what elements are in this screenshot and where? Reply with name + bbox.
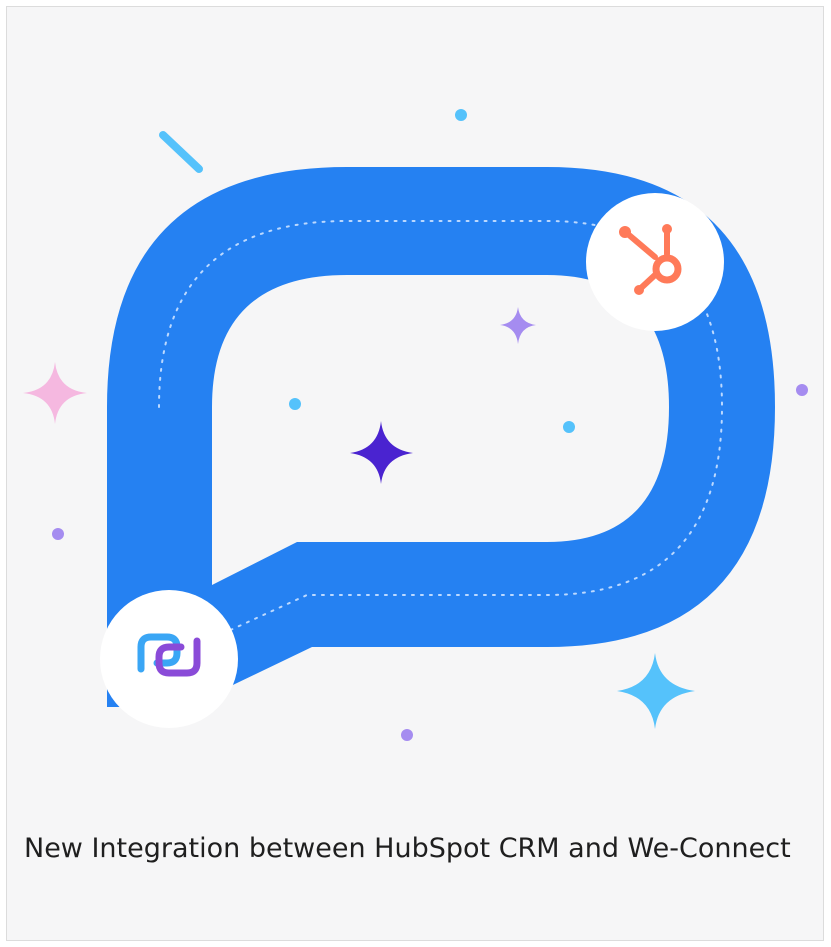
accent-dash <box>159 131 203 173</box>
we-connect-badge <box>100 590 238 728</box>
accent-dot <box>563 421 575 433</box>
accent-dot <box>796 384 808 396</box>
article-card[interactable]: New Integration between HubSpot CRM and … <box>6 6 824 941</box>
sparkle-pink <box>23 362 87 424</box>
integration-illustration <box>23 109 808 741</box>
sparkle-cyan <box>617 653 695 729</box>
accent-dot <box>455 109 467 121</box>
article-title[interactable]: New Integration between HubSpot CRM and … <box>24 829 804 869</box>
accent-dot <box>401 729 413 741</box>
sparkle-lavender <box>500 307 536 344</box>
accent-dot <box>52 528 64 540</box>
hubspot-badge <box>586 193 724 331</box>
hero-illustration <box>7 7 823 797</box>
sparkle-indigo <box>350 421 413 484</box>
accent-dot <box>289 398 301 410</box>
